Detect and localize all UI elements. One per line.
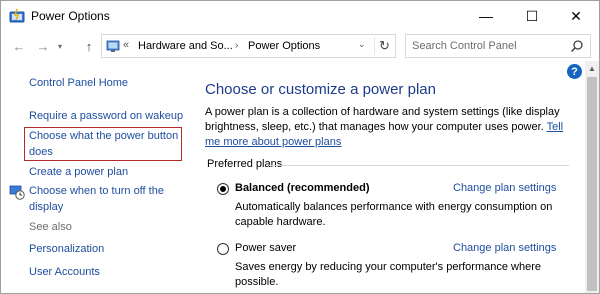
power-saver-radio[interactable]: [217, 243, 229, 255]
recent-locations-button[interactable]: ▾: [53, 35, 67, 57]
help-glyph: ?: [571, 65, 578, 78]
close-icon: ✕: [570, 7, 582, 24]
power-button-link[interactable]: Choose what the power button does: [29, 128, 179, 160]
refresh-icon: ↻: [379, 38, 390, 53]
require-password-link[interactable]: Require a password on wakeup: [29, 108, 183, 124]
power-saver-plan-name[interactable]: Power saver: [235, 242, 296, 254]
up-button[interactable]: ↑: [79, 35, 99, 57]
chevron-down-icon: ▾: [57, 41, 62, 51]
back-arrow-icon: ←: [12, 38, 26, 54]
balanced-plan-name[interactable]: Balanced (recommended): [235, 182, 369, 194]
address-dropdown-icon[interactable]: ⌄: [358, 39, 366, 50]
search-icon[interactable]: [570, 39, 584, 53]
up-arrow-icon: ↑: [85, 38, 93, 54]
create-power-plan-link[interactable]: Create a power plan: [29, 164, 128, 180]
breadcrumb-power-options[interactable]: Power Options: [248, 40, 320, 52]
help-icon[interactable]: ?: [567, 64, 582, 79]
see-also-heading: See also: [29, 221, 72, 233]
search-input[interactable]: [412, 38, 562, 54]
left-pane: Control Panel Home Require a password on…: [1, 61, 191, 293]
address-overflow-icon[interactable]: «: [123, 39, 129, 51]
refresh-button[interactable]: ↻: [374, 37, 394, 55]
breadcrumb-hardware-and-sound[interactable]: Hardware and So...: [138, 40, 233, 52]
address-bar[interactable]: « Hardware and So... › Power Options ⌄ ↻: [101, 34, 396, 58]
navigation-bar: ← → ▾ ↑ « Hardware and So... › Power Opt…: [1, 31, 599, 61]
section-divider: [269, 165, 569, 166]
power-saver-change-settings-link[interactable]: Change plan settings: [453, 242, 556, 254]
control-panel-icon: [106, 40, 120, 52]
forward-button[interactable]: →: [33, 35, 53, 57]
maximize-icon: ☐: [525, 7, 539, 24]
power-options-window: Power Options — ☐ ✕ ← → ▾ ↑ « Hardware a…: [0, 0, 600, 294]
balanced-change-settings-link[interactable]: Change plan settings: [453, 182, 556, 194]
window-title: Power Options: [31, 9, 110, 23]
minimize-icon: —: [479, 8, 493, 24]
back-button[interactable]: ←: [9, 35, 29, 57]
vertical-scrollbar[interactable]: ▲: [585, 61, 599, 293]
search-box[interactable]: [405, 34, 591, 58]
balanced-plan-description: Automatically balances performance with …: [235, 201, 553, 228]
power-saver-plan-description: Saves energy by reducing your computer's…: [235, 261, 541, 288]
page-description: A power plan is a collection of hardware…: [205, 105, 581, 150]
scroll-thumb[interactable]: [587, 77, 597, 291]
control-panel-home-link[interactable]: Control Panel Home: [29, 75, 128, 91]
minimize-button[interactable]: —: [463, 1, 509, 31]
description-text: A power plan is a collection of hardware…: [205, 106, 560, 133]
maximize-button[interactable]: ☐: [509, 1, 555, 31]
balanced-radio[interactable]: [217, 183, 229, 195]
turn-off-display-link[interactable]: Choose when to turn off the display: [29, 183, 179, 215]
personalization-link[interactable]: Personalization: [29, 241, 104, 257]
scroll-up-icon[interactable]: ▲: [585, 61, 599, 75]
display-clock-icon: [9, 185, 25, 200]
forward-arrow-icon: →: [36, 38, 50, 54]
preferred-plans-label: Preferred plans: [207, 158, 283, 170]
breadcrumb-separator-icon[interactable]: ›: [235, 40, 238, 51]
close-button[interactable]: ✕: [553, 1, 599, 31]
title-bar: Power Options — ☐ ✕: [1, 1, 599, 31]
user-accounts-link[interactable]: User Accounts: [29, 264, 100, 280]
page-title: Choose or customize a power plan: [205, 81, 436, 98]
power-options-icon: [9, 8, 25, 23]
